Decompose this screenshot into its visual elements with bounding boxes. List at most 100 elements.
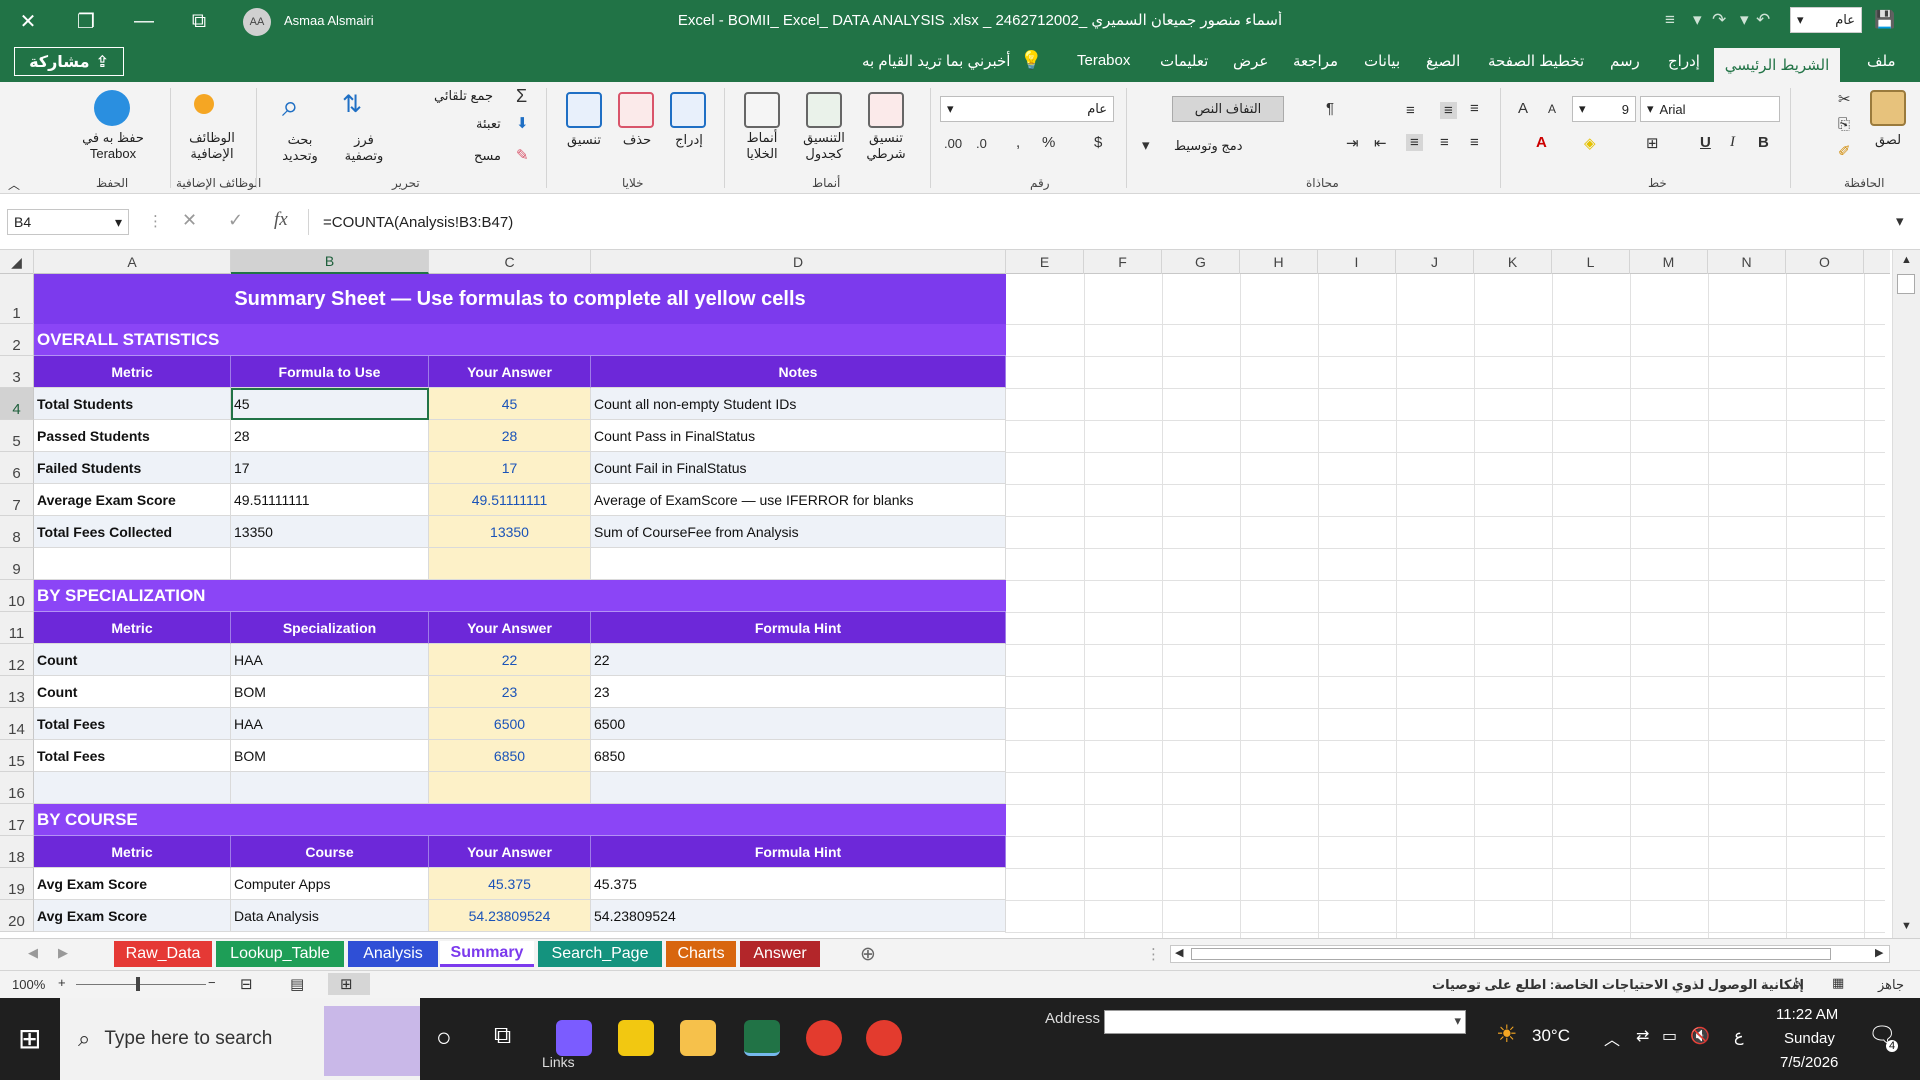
- collapse-ribbon-icon[interactable]: ︿: [8, 176, 20, 193]
- sheet-tab-summary[interactable]: Summary: [440, 941, 534, 967]
- chrome-profile-icon[interactable]: [866, 1020, 902, 1056]
- decrease-decimal-icon[interactable]: .00: [944, 136, 962, 151]
- chevron-down-icon[interactable]: ▾: [1142, 136, 1150, 154]
- row-header[interactable]: 3: [0, 356, 34, 388]
- column-header-m[interactable]: M: [1630, 250, 1708, 274]
- clock-time[interactable]: 11:22 AM: [1776, 1006, 1838, 1023]
- autosum-button[interactable]: جمع تلقائي: [434, 88, 493, 104]
- header-cell[interactable]: Formula Hint: [591, 836, 1006, 868]
- sort-filter-icon[interactable]: ⇅: [342, 90, 362, 119]
- insert-button[interactable]: إدراج: [664, 132, 714, 148]
- metric-cell[interactable]: Avg Exam Score: [34, 900, 231, 932]
- page-layout-view-icon[interactable]: ▤: [290, 975, 304, 993]
- decrease-font-icon[interactable]: A: [1548, 102, 1556, 116]
- answer-cell[interactable]: 28: [429, 420, 591, 452]
- tab-terabox[interactable]: Terabox: [1077, 52, 1130, 69]
- clock-date[interactable]: 7/5/2026: [1780, 1054, 1838, 1071]
- windows-start-icon[interactable]: ⊞: [18, 1022, 41, 1055]
- restore-icon[interactable]: ❐: [62, 0, 110, 42]
- align-left-icon[interactable]: ≡: [1406, 134, 1423, 151]
- links-label[interactable]: Links: [542, 1054, 575, 1070]
- font-color-icon[interactable]: A: [1536, 134, 1547, 151]
- address-input[interactable]: ▾: [1104, 1010, 1466, 1034]
- format-cells-icon[interactable]: [566, 92, 602, 128]
- redo-dropdown-icon[interactable]: ▾: [1693, 10, 1702, 30]
- metric-cell[interactable]: Total Fees Collected: [34, 516, 231, 548]
- sheet-tab-charts[interactable]: Charts: [666, 941, 736, 967]
- fill-color-icon[interactable]: ◈: [1584, 134, 1596, 152]
- metric-cell[interactable]: Total Students: [34, 388, 231, 420]
- italic-icon[interactable]: I: [1730, 134, 1735, 151]
- note-cell[interactable]: Count all non-empty Student IDs: [591, 388, 1006, 420]
- hint-cell[interactable]: 45.375: [591, 868, 1006, 900]
- column-header-l[interactable]: L: [1552, 250, 1630, 274]
- row-header[interactable]: 13: [0, 676, 34, 708]
- underline-icon[interactable]: U: [1700, 134, 1711, 151]
- note-cell[interactable]: Average of ExamScore — use IFERROR for b…: [591, 484, 1006, 516]
- battery-icon[interactable]: ▭: [1662, 1026, 1677, 1046]
- tab-insert[interactable]: إدراج: [1668, 52, 1700, 70]
- row-header[interactable]: 8: [0, 516, 34, 548]
- add-sheet-icon[interactable]: ⊕: [860, 943, 876, 966]
- zoom-level[interactable]: 100%: [12, 977, 45, 992]
- spec-cell[interactable]: HAA: [231, 644, 429, 676]
- empty-cell[interactable]: [591, 772, 1006, 804]
- section-by-specialization[interactable]: BY SPECIALIZATION: [34, 580, 1006, 612]
- expand-formula-icon[interactable]: ▾: [1896, 212, 1904, 230]
- column-header-j[interactable]: J: [1396, 250, 1474, 274]
- answer-cell[interactable]: 13350: [429, 516, 591, 548]
- hint-cell[interactable]: 6850: [591, 740, 1006, 772]
- vertical-scrollbar[interactable]: ▲ ▼: [1892, 250, 1920, 938]
- user-name[interactable]: Asmaa Alsmairi: [284, 13, 374, 28]
- chevron-down-icon[interactable]: ▾: [1454, 1013, 1461, 1029]
- save-to-terabox-button[interactable]: حفظ به في Terabox: [68, 130, 158, 162]
- weather-icon[interactable]: ☀: [1496, 1020, 1518, 1049]
- sheet-tab-raw-data[interactable]: Raw_Data: [114, 941, 212, 967]
- spec-cell[interactable]: BOM: [231, 740, 429, 772]
- header-cell[interactable]: Formula to Use: [231, 356, 429, 388]
- row-header[interactable]: 7: [0, 484, 34, 516]
- increase-indent-icon[interactable]: ⇥: [1346, 134, 1359, 152]
- course-cell[interactable]: Data Analysis: [231, 900, 429, 932]
- align-bottom-icon[interactable]: ≡: [1406, 102, 1415, 119]
- conditional-format-button[interactable]: تنسيق شرطي: [856, 130, 916, 162]
- wrap-text-button[interactable]: التفاف النص: [1172, 96, 1284, 122]
- sheet-tab-lookup-table[interactable]: Lookup_Table: [216, 941, 344, 967]
- vertical-scroll-thumb[interactable]: [1897, 274, 1915, 294]
- zoom-slider-thumb[interactable]: [136, 977, 140, 991]
- scroll-right-icon[interactable]: ▶: [1875, 946, 1883, 959]
- row-header[interactable]: 9: [0, 548, 34, 580]
- clear-button[interactable]: مسح: [474, 148, 501, 164]
- metric-cell[interactable]: Total Fees: [34, 740, 231, 772]
- row-header[interactable]: 16: [0, 772, 34, 804]
- qat-format-combo[interactable]: ▾ عام: [1790, 7, 1862, 33]
- close-icon[interactable]: ✕: [4, 0, 52, 42]
- power-bi-icon[interactable]: [618, 1020, 654, 1056]
- section-by-course[interactable]: BY COURSE: [34, 804, 1006, 836]
- note-cell[interactable]: Sum of CourseFee from Analysis: [591, 516, 1006, 548]
- header-cell[interactable]: Metric: [34, 612, 231, 644]
- text-direction-icon[interactable]: ¶: [1326, 100, 1334, 117]
- column-header-i[interactable]: I: [1318, 250, 1396, 274]
- answer-cell[interactable]: 6500: [429, 708, 591, 740]
- answer-cell[interactable]: 17: [429, 452, 591, 484]
- redo-icon[interactable]: ↷: [1712, 10, 1726, 30]
- format-button[interactable]: تنسيق: [556, 132, 612, 148]
- horizontal-scroll-thumb[interactable]: [1191, 948, 1831, 960]
- delete-cells-icon[interactable]: [618, 92, 654, 128]
- excel-icon[interactable]: [744, 1020, 780, 1056]
- row-header[interactable]: 5: [0, 420, 34, 452]
- select-all-corner[interactable]: ◢: [0, 250, 34, 274]
- merge-center-button[interactable]: دمج وتوسيط: [1174, 138, 1243, 154]
- row-header[interactable]: 18: [0, 836, 34, 868]
- metric-cell[interactable]: Total Fees: [34, 708, 231, 740]
- spec-cell[interactable]: BOM: [231, 676, 429, 708]
- sheet-tab-analysis[interactable]: Analysis: [348, 941, 438, 967]
- answer-cell[interactable]: 6850: [429, 740, 591, 772]
- column-header-g[interactable]: G: [1162, 250, 1240, 274]
- align-top-icon[interactable]: ≡: [1470, 100, 1479, 117]
- empty-cell[interactable]: [34, 772, 231, 804]
- copy-icon[interactable]: ⎘: [1838, 116, 1850, 133]
- qat-customize-icon[interactable]: ≡: [1665, 10, 1675, 30]
- align-center-icon[interactable]: ≡: [1440, 134, 1449, 151]
